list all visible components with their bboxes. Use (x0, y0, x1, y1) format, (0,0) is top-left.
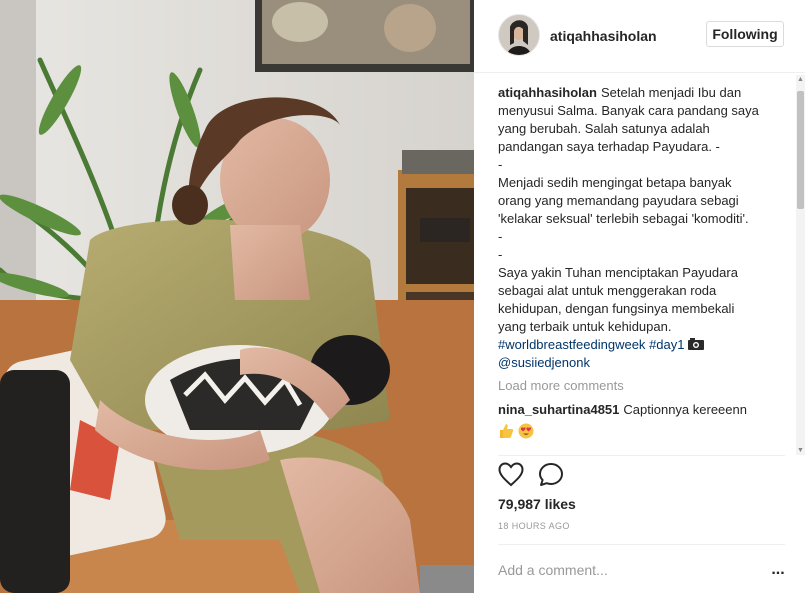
caption-line: yang terbaik untuk kehidupan. (498, 319, 672, 334)
more-options-icon[interactable]: ... (768, 562, 788, 578)
scrollbar-thumb[interactable] (797, 91, 804, 209)
comments-scrollbar[interactable]: ▲ ▼ (796, 75, 805, 455)
comment-bubble-icon[interactable] (538, 462, 564, 493)
mention-link[interactable]: @susiiedjenonk (498, 355, 590, 370)
caption-line: yang berubah. Salah satunya adalah (498, 121, 710, 136)
likes-count[interactable]: 79,987 likes (498, 496, 576, 512)
caption-line: 'kelakar seksual' terlebih sebagai 'komo… (498, 211, 749, 226)
hashtag-link[interactable]: #day1 (649, 337, 684, 352)
divider (498, 455, 785, 456)
divider (498, 544, 785, 545)
comment-item: nina_suhartina4851 Captionnya kereeenn (498, 401, 778, 443)
post-username[interactable]: atiqahhasiholan (550, 28, 657, 44)
caption-line: pandangan saya terhadap Payudara. - (498, 139, 720, 154)
caption-hashtags-line: #worldbreastfeedingweek #day1 (498, 336, 778, 354)
like-heart-icon[interactable] (498, 462, 524, 493)
scroll-down-icon[interactable]: ▼ (796, 446, 805, 455)
add-comment-input[interactable] (498, 560, 758, 580)
caption-line: - (498, 157, 503, 172)
caption-line: - (498, 247, 503, 262)
caption-line: Saya yakin Tuhan menciptakan Payudara (498, 265, 738, 280)
heart-eyes-icon (518, 423, 534, 442)
caption-username[interactable]: atiqahhasiholan (498, 85, 597, 100)
caption-text: Setelah menjadi Ibu dan (600, 85, 742, 100)
post-timestamp[interactable]: 18 HOURS AGO (498, 521, 570, 531)
scroll-up-icon[interactable]: ▲ (796, 75, 805, 84)
comments-list[interactable]: atiqahhasiholan Setelah menjadi Ibu dan m… (498, 84, 778, 454)
caption: atiqahhasiholan Setelah menjadi Ibu dan m… (498, 84, 778, 372)
post-actions (498, 462, 785, 490)
comment-username[interactable]: nina_suhartina4851 (498, 402, 619, 417)
post-header: atiqahhasiholan Following (474, 0, 805, 73)
caption-line: kehidupan, dengan fungsinya membekali (498, 301, 735, 316)
comment-emojis (498, 423, 778, 443)
caption-line: sebagai alat untuk menggerakan roda (498, 283, 717, 298)
caption-line: menyusui Salma. Banyak cara pandang saya (498, 103, 759, 118)
thumbs-up-icon (498, 424, 514, 442)
caption-line: orang yang memandang payudara sebagi (498, 193, 739, 208)
load-more-comments[interactable]: Load more comments (498, 377, 778, 395)
caption-mention-line: @susiiedjenonk (498, 354, 778, 372)
caption-first-line: atiqahhasiholan Setelah menjadi Ibu dan (498, 84, 778, 102)
caption-line: Menjadi sedih mengingat betapa banyak (498, 175, 732, 190)
following-button[interactable]: Following (706, 21, 784, 47)
comment-text: Captionnya kereeenn (623, 402, 747, 417)
hashtag-link[interactable]: #worldbreastfeedingweek (498, 337, 645, 352)
camera-icon (688, 337, 705, 352)
avatar[interactable] (498, 14, 540, 56)
post-photo[interactable] (0, 0, 474, 593)
caption-line: - (498, 229, 503, 244)
